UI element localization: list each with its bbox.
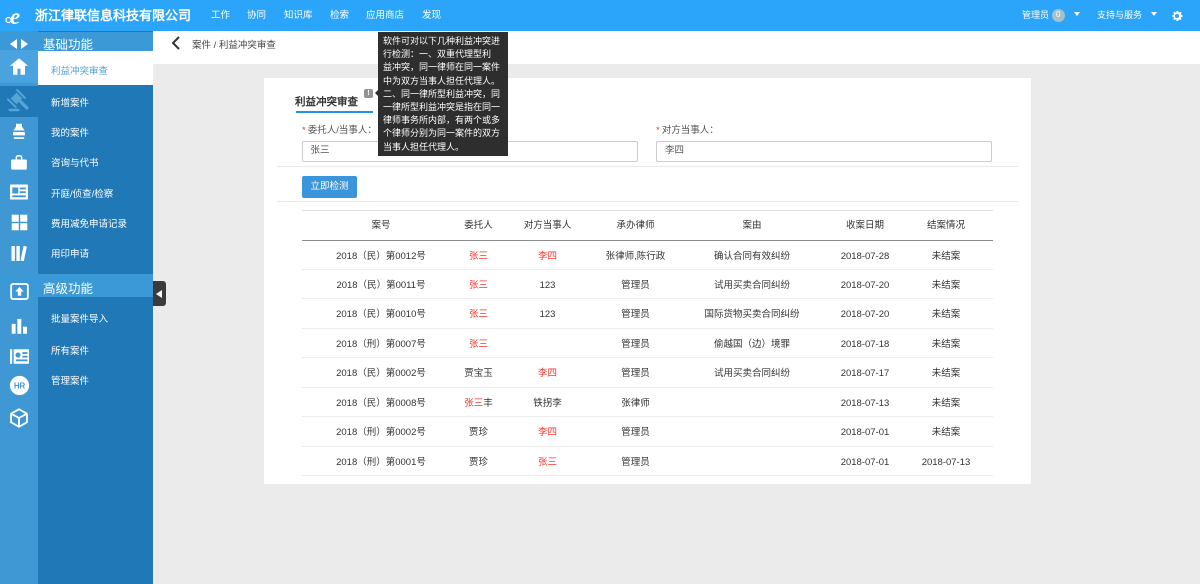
svg-text:e: e <box>10 4 20 28</box>
svg-text:HR: HR <box>13 382 25 391</box>
